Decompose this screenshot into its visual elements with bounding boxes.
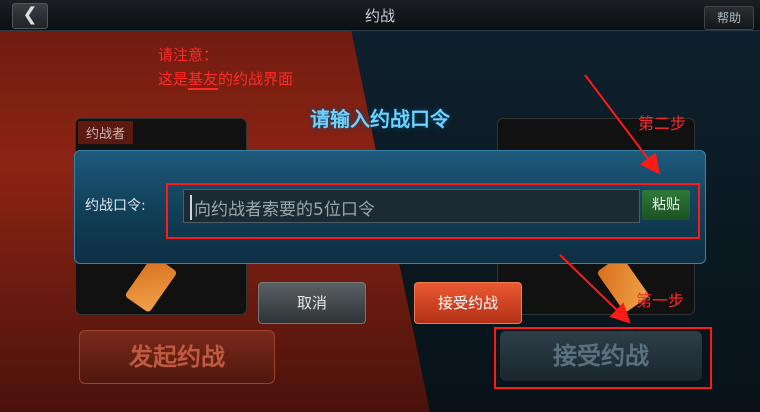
step-1-label: 第一步 [636, 291, 685, 310]
annotation-arrows [559, 74, 660, 324]
arrow-step1 [559, 254, 631, 324]
step-2-label: 第二步 [638, 114, 687, 133]
